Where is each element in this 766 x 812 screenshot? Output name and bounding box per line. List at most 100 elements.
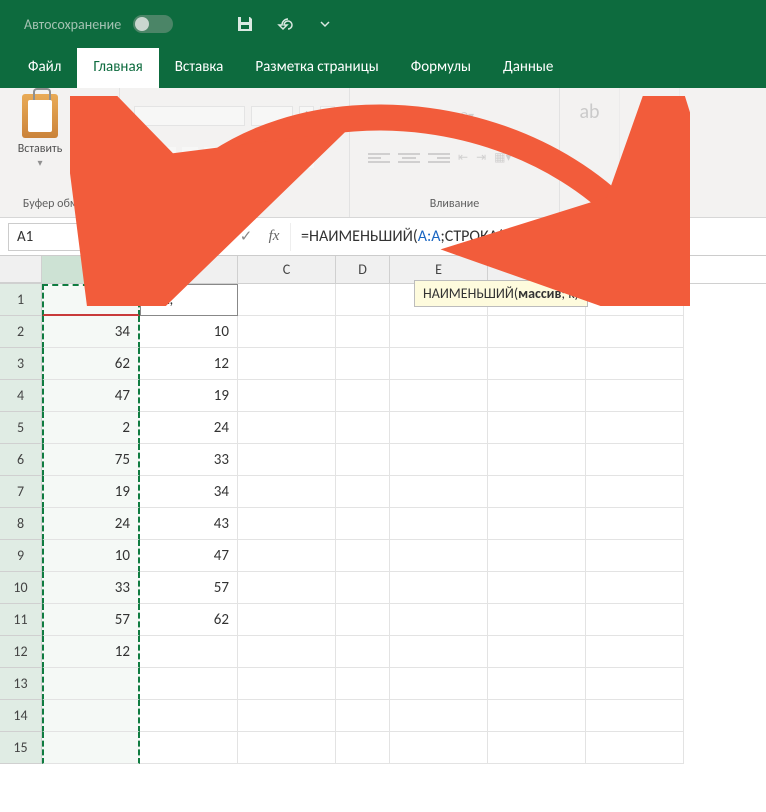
cell[interactable]	[586, 444, 684, 476]
cell[interactable]	[390, 412, 488, 444]
bold-button[interactable]: Ж	[134, 147, 154, 168]
cell[interactable]: 33	[140, 444, 238, 476]
tab-formulas[interactable]: Формулы	[395, 48, 487, 88]
cell[interactable]	[390, 444, 488, 476]
cell[interactable]	[238, 508, 336, 540]
cell[interactable]	[488, 508, 586, 540]
col-header-d[interactable]: D	[336, 256, 390, 283]
cancel-icon[interactable]: ✕	[206, 225, 230, 249]
cell[interactable]	[42, 732, 140, 764]
col-header-a[interactable]: A	[42, 256, 140, 283]
cell[interactable]: 47	[140, 540, 238, 572]
cell[interactable]	[140, 636, 238, 668]
cell[interactable]	[42, 700, 140, 732]
cell[interactable]	[390, 508, 488, 540]
cell[interactable]: 24	[42, 508, 140, 540]
cell[interactable]	[238, 412, 336, 444]
wrap-text-button[interactable]: ab	[570, 92, 609, 182]
cell[interactable]	[390, 316, 488, 348]
indent-inc-icon[interactable]: ⇥	[476, 150, 486, 165]
cell[interactable]	[488, 668, 586, 700]
row-header[interactable]: 13	[0, 668, 42, 700]
spreadsheet-grid[interactable]: 143A:A;234103621244719522467533719348244…	[0, 284, 766, 764]
indent-dec-icon[interactable]: ⇤	[458, 150, 468, 165]
cell[interactable]	[336, 316, 390, 348]
cell[interactable]	[336, 700, 390, 732]
cell[interactable]: 24	[140, 412, 238, 444]
cell[interactable]	[390, 700, 488, 732]
cell[interactable]	[390, 636, 488, 668]
cell[interactable]	[586, 604, 684, 636]
col-header-e[interactable]: E	[390, 256, 488, 283]
cell[interactable]	[238, 540, 336, 572]
cell[interactable]	[488, 348, 586, 380]
paste-button[interactable]: Вставить ▾	[10, 92, 70, 182]
cell[interactable]	[238, 604, 336, 636]
tab-layout[interactable]: Разметка страницы	[239, 48, 394, 88]
col-header-c[interactable]: C	[238, 256, 336, 283]
col-header-f[interactable]: F	[488, 256, 586, 283]
cell[interactable]	[336, 284, 390, 316]
row-header[interactable]: 2	[0, 316, 42, 348]
cell[interactable]: 2	[42, 412, 140, 444]
cell[interactable]	[140, 668, 238, 700]
cell[interactable]	[336, 380, 390, 412]
qat-dropdown-icon[interactable]	[313, 12, 337, 36]
cell[interactable]	[488, 316, 586, 348]
cell[interactable]	[488, 380, 586, 412]
cell[interactable]	[336, 668, 390, 700]
row-header[interactable]: 10	[0, 572, 42, 604]
row-header[interactable]: 6	[0, 444, 42, 476]
cell[interactable]	[488, 636, 586, 668]
cell[interactable]	[238, 572, 336, 604]
row-header[interactable]: 4	[0, 380, 42, 412]
copy-icon[interactable]: ⧉	[76, 118, 98, 136]
cell[interactable]: 19	[42, 476, 140, 508]
cell[interactable]	[238, 380, 336, 412]
cell[interactable]	[586, 700, 684, 732]
cell[interactable]	[390, 604, 488, 636]
cell[interactable]	[390, 732, 488, 764]
col-header-g[interactable]: G	[586, 256, 684, 283]
cell[interactable]: 62	[42, 348, 140, 380]
cell[interactable]	[488, 412, 586, 444]
cell[interactable]	[586, 380, 684, 412]
cell[interactable]: 43	[42, 284, 140, 316]
confirm-icon[interactable]: ✓	[234, 225, 258, 249]
cell[interactable]	[336, 348, 390, 380]
merge-button[interactable]: ▦▾	[494, 150, 511, 165]
cell[interactable]: 47	[42, 380, 140, 412]
cell[interactable]	[238, 476, 336, 508]
cell[interactable]	[238, 284, 336, 316]
cell[interactable]	[488, 732, 586, 764]
align-middle-icon[interactable]	[398, 108, 420, 126]
cell[interactable]	[390, 572, 488, 604]
row-header[interactable]: 11	[0, 604, 42, 636]
align-bottom-icon[interactable]	[428, 108, 450, 126]
row-header[interactable]: 15	[0, 732, 42, 764]
cell[interactable]	[586, 316, 684, 348]
cell[interactable]	[488, 700, 586, 732]
cell[interactable]: 12	[42, 636, 140, 668]
row-header[interactable]: 8	[0, 508, 42, 540]
cell[interactable]	[336, 476, 390, 508]
cell[interactable]	[488, 572, 586, 604]
cell[interactable]	[238, 348, 336, 380]
undo-icon[interactable]	[273, 12, 297, 36]
row-header[interactable]: 1	[0, 284, 42, 316]
cell[interactable]	[586, 540, 684, 572]
cell[interactable]: 62	[140, 604, 238, 636]
cell[interactable]: 12	[140, 348, 238, 380]
align-center-icon[interactable]	[398, 149, 420, 167]
cell[interactable]	[586, 636, 684, 668]
cell[interactable]	[336, 636, 390, 668]
cell[interactable]	[390, 348, 488, 380]
align-left-icon[interactable]	[368, 149, 390, 167]
cell[interactable]	[586, 508, 684, 540]
row-header[interactable]: 3	[0, 348, 42, 380]
cell[interactable]	[238, 732, 336, 764]
fx-icon[interactable]: fx	[262, 225, 286, 249]
cell[interactable]	[336, 540, 390, 572]
cell[interactable]	[336, 412, 390, 444]
row-header[interactable]: 12	[0, 636, 42, 668]
